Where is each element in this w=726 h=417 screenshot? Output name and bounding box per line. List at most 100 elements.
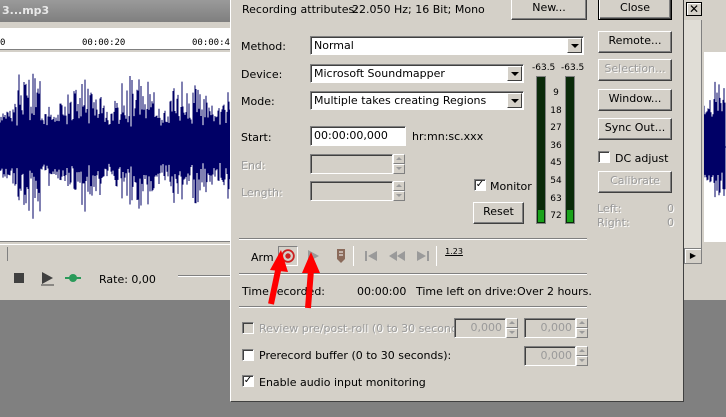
rate-slider[interactable] [178,275,236,277]
review-pre-stepper [506,318,518,338]
window-button[interactable]: Window... [598,89,672,111]
right-level-value: 0 [667,216,674,229]
end-label: End: [241,159,266,172]
ruler-tick-label: 00:00:40 [192,38,236,48]
start-time-value: 00:00:00,000 [314,129,388,142]
chevron-down-icon[interactable] [507,66,522,81]
prerecord-value: 0,000 [540,349,573,362]
right-level-label: Right: [597,216,630,229]
meter-scale-label: 36 [550,140,562,151]
length-input [310,181,393,201]
close-icon[interactable]: ✕ [686,2,702,16]
divider [436,246,437,266]
arrow-to-play-icon [302,252,320,309]
start-label: Start: [241,131,272,144]
mode-value: Multiple takes creating Regions [314,94,487,107]
calibrate-button: Calibrate [598,171,672,193]
remote-button[interactable]: Remote... [598,31,672,53]
dc-adjust-label: DC adjust [615,152,669,165]
monitor-checkbox[interactable]: ✓ [474,179,486,191]
reset-button[interactable]: Reset [473,202,524,224]
review-post-value: 0,000 [540,321,573,334]
device-select[interactable]: Microsoft Soundmapper [310,64,524,83]
time-recorded-value: 00:00:00 [357,285,407,298]
meter-scale-label: 18 [550,105,562,116]
dc-adjust-checkbox[interactable] [598,151,610,163]
review-checkbox [242,322,254,334]
meter-peak-left: -63.5 [532,63,556,73]
review-post-input: 0,000 [524,318,576,338]
sync-out-button[interactable]: Sync Out... [598,118,672,140]
enable-monitoring-checkbox[interactable]: ✓ [242,375,254,387]
prerecord-input: 0,000 [524,346,576,366]
device-label: Device: [241,68,283,81]
horizontal-scrollbar[interactable] [0,244,236,262]
recording-attributes-value: 22.050 Hz; 16 Bit; Mono [352,3,485,16]
start-time-input[interactable]: 00:00:00,000 [310,126,406,146]
review-pre-input: 0,000 [454,318,506,338]
meter-scale-label: 63 [550,193,562,204]
review-post-stepper [576,318,588,338]
meter-scale-label: 54 [550,176,562,186]
record-dialog: Recording attributes: 22.050 Hz; 16 Bit;… [230,0,684,402]
check-icon: ✓ [475,179,485,190]
new-button[interactable]: New... [511,0,587,20]
waveform-graphic [703,81,726,198]
loop-icon[interactable] [64,270,82,286]
prerecord-label: Prerecord buffer (0 to 30 seconds): [259,349,452,362]
enable-monitoring-label: Enable audio input monitoring [259,376,426,389]
go-to-start-icon[interactable] [361,246,381,266]
meter-scale-label: 72 [550,211,562,222]
ruler-tick-label: 00:00:20 [82,38,126,48]
time-ruler[interactable]: 0 00:00:20 00:00:40 [0,28,236,50]
rewind-icon[interactable] [387,246,407,266]
check-icon: ✓ [243,375,253,386]
method-select[interactable]: Normal [310,36,584,55]
device-value: Microsoft Soundmapper [314,67,445,80]
stop-icon[interactable] [10,270,28,286]
ruler-tick-label: 0 [0,38,6,48]
background-editor-window: 3...mp3 0 00:00:20 00:00:40 Rate: 0,00 [0,0,236,300]
vertical-scrollbar[interactable] [684,20,702,248]
go-to-end-icon[interactable] [413,246,433,266]
meter-scale-label: 45 [550,158,562,169]
prerecord-checkbox[interactable] [242,349,254,361]
end-time-input [310,154,393,174]
close-button[interactable]: Close [598,0,672,20]
arrow-to-record-icon [268,250,288,305]
left-level-label: Left: [597,202,622,215]
counter-icon[interactable]: 1.23 [443,246,465,266]
selection-button: Selection... [598,59,672,81]
divider [239,238,587,240]
chevron-down-icon[interactable] [567,38,582,53]
time-left-value: Over 2 hours. [517,285,592,298]
method-label: Method: [241,40,286,53]
waveform-view[interactable] [0,52,236,242]
meter-peak-right: -63.5 [561,63,585,73]
meter-scale-label: 9 [553,88,559,98]
monitor-label: Monitor [490,180,532,193]
editor-title-bar[interactable]: 3...mp3 [0,0,236,22]
rate-label: Rate: 0,00 [99,273,156,286]
waveform-view-right [703,52,726,242]
time-format-label: hr:mn:sc.xxx [412,130,484,143]
review-label: Review pre/post-roll (0 to 30 seconds): [259,322,472,335]
mode-select[interactable]: Multiple takes creating Regions [310,91,524,110]
transport-bar: Rate: 0,00 [0,262,236,294]
left-level-value: 0 [667,202,674,215]
annotation-arrows [268,250,320,309]
prerecord-stepper [576,346,588,366]
right-editor-window: ✕ ▶ [684,0,726,300]
divider [353,246,354,266]
editor-title: 3...mp3 [2,4,50,17]
scroll-right-icon[interactable]: ▶ [684,248,702,264]
time-left-label: Time left on drive: [416,285,517,298]
method-value: Normal [314,39,354,52]
level-meter-right [565,76,575,224]
chevron-down-icon[interactable] [507,93,522,108]
play-icon[interactable] [38,270,56,286]
recording-attributes-label: Recording attributes: [242,3,358,16]
length-stepper [393,181,405,201]
marker-icon[interactable] [331,246,351,266]
review-pre-value: 0,000 [470,321,503,334]
